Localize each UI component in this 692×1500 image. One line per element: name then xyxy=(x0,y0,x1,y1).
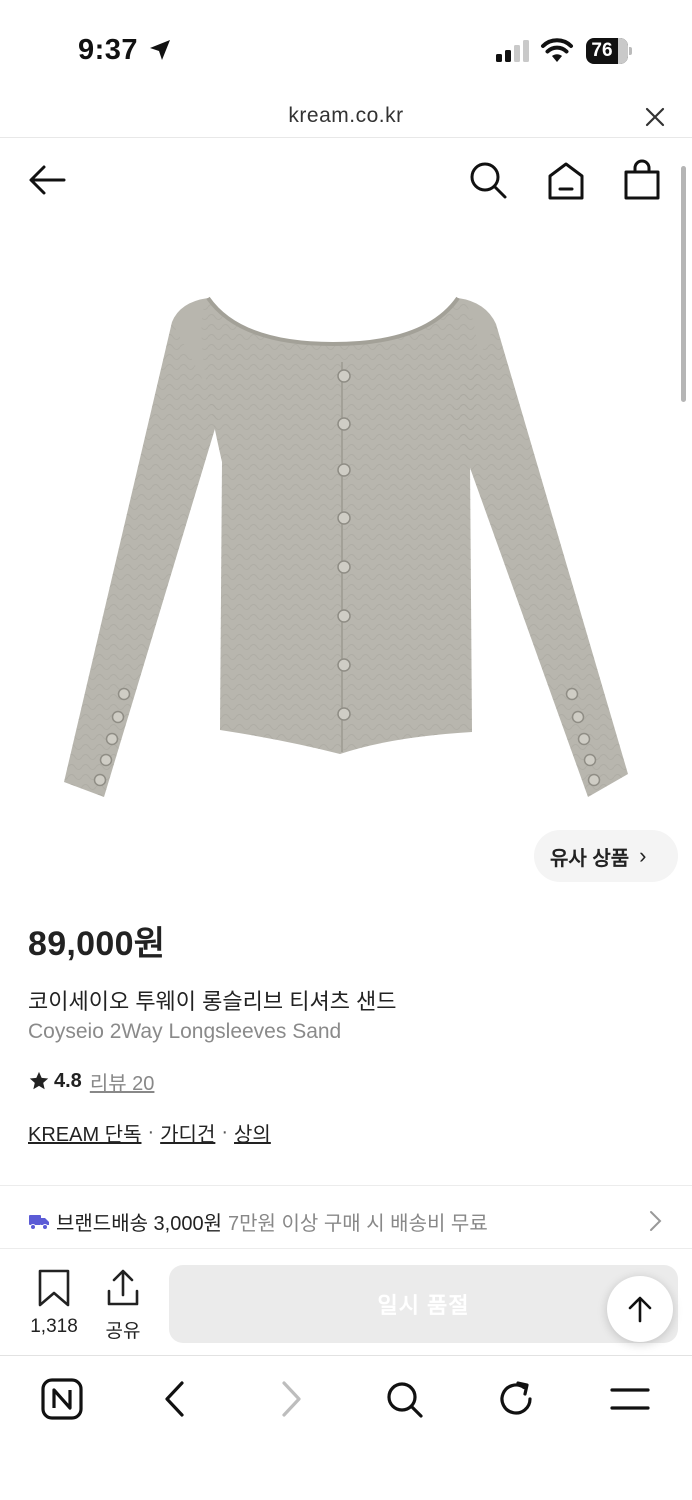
rating-row: 4.8 리뷰 20 xyxy=(28,1066,154,1096)
search-icon[interactable] xyxy=(466,158,510,202)
tag-separator: · xyxy=(147,1121,155,1143)
status-bar: 9:37 76 xyxy=(0,0,692,100)
browser-forward-icon[interactable] xyxy=(268,1377,312,1421)
wifi-icon xyxy=(541,38,573,62)
truck-icon xyxy=(29,1215,49,1230)
shipping-title: 브랜드배송 3,000원 xyxy=(56,1212,223,1235)
tag-tops[interactable]: 상의 xyxy=(234,1118,271,1147)
product-image xyxy=(64,296,628,797)
similar-products-button[interactable]: 유사 상품 › xyxy=(534,830,678,882)
tag-separator: · xyxy=(221,1121,229,1143)
product-price: 89,000원 xyxy=(28,925,166,963)
review-link[interactable]: 리뷰 20 xyxy=(90,1067,155,1096)
chevron-right-icon xyxy=(650,1211,662,1231)
shipping-note: 7만원 이상 구매 시 배송비 무료 xyxy=(228,1212,488,1235)
chevron-right-icon: › xyxy=(639,843,647,868)
home-icon[interactable] xyxy=(544,158,588,202)
share-icon xyxy=(107,1269,139,1306)
product-name-ko: 코이세이오 투웨이 롱슬리브 티셔츠 샌드 xyxy=(28,989,397,1014)
divider xyxy=(0,1185,692,1186)
url-text: kream.co.kr xyxy=(288,104,404,127)
scrollbar[interactable] xyxy=(681,166,686,402)
share-button[interactable]: 공유 xyxy=(96,1269,150,1342)
status-time: 9:37 xyxy=(78,34,139,66)
star-icon xyxy=(29,1071,49,1090)
refresh-icon[interactable] xyxy=(494,1377,538,1421)
product-name-en: Coyseio 2Way Longsleeves Sand xyxy=(28,1020,342,1043)
category-tags: KREAM 단독 · 가디건 · 상의 xyxy=(28,1118,271,1147)
browser-back-icon[interactable] xyxy=(154,1377,198,1421)
battery-level: 76 xyxy=(591,40,613,61)
shipping-info-row[interactable]: 브랜드배송 3,000원 7만원 이상 구매 시 배송비 무료 xyxy=(28,1204,668,1238)
url-bar: kream.co.kr xyxy=(0,100,692,138)
cellular-signal-icon xyxy=(496,40,529,62)
bookmark-icon xyxy=(38,1269,70,1307)
share-label: 공유 xyxy=(105,1321,141,1342)
soldout-button[interactable]: 일시 품절 xyxy=(169,1265,678,1343)
tag-cardigan[interactable]: 가디건 xyxy=(160,1118,215,1147)
location-arrow-icon xyxy=(150,40,170,60)
menu-icon[interactable] xyxy=(608,1377,652,1421)
browser-search-icon[interactable] xyxy=(382,1377,426,1421)
rating-value: 4.8 xyxy=(54,1069,82,1092)
browser-toolbar xyxy=(0,1357,692,1500)
shopping-bag-icon[interactable] xyxy=(620,158,664,202)
arrow-up-icon xyxy=(628,1296,652,1323)
bookmark-count: 1,318 xyxy=(30,1316,78,1337)
battery-icon: 76 xyxy=(586,38,632,64)
close-icon[interactable] xyxy=(644,106,666,128)
tag-kream-exclusive[interactable]: KREAM 단독 xyxy=(28,1118,141,1147)
naver-n-icon[interactable] xyxy=(40,1377,84,1421)
similar-products-label: 유사 상품 xyxy=(550,847,630,870)
action-bar: 1,318 공유 일시 품절 xyxy=(0,1248,692,1356)
back-arrow-icon[interactable] xyxy=(26,158,70,202)
scroll-to-top-button[interactable] xyxy=(607,1276,673,1342)
app-header xyxy=(0,150,692,210)
bookmark-button[interactable]: 1,318 xyxy=(22,1269,86,1341)
